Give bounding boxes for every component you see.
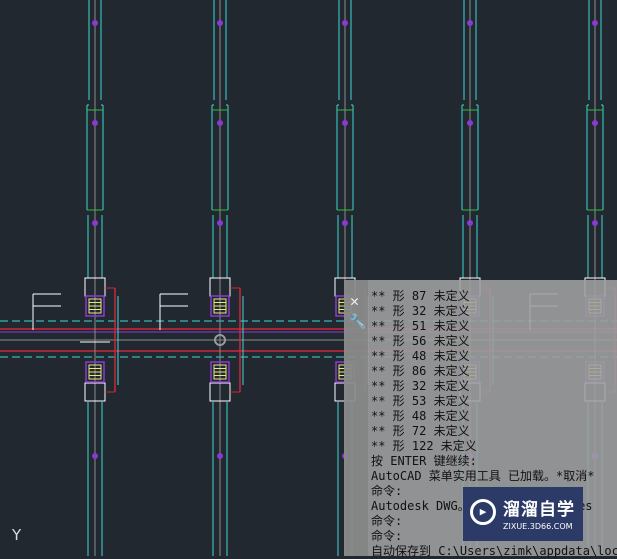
command-line: ** 形 32 未定义 bbox=[371, 379, 470, 393]
command-line: 自动保存到 C:\Users\zimk\appdata\loc bbox=[371, 544, 617, 558]
column-node bbox=[217, 20, 223, 26]
command-line: ** 形 53 未定义 bbox=[371, 394, 470, 408]
command-line: ** 形 122 未定义 bbox=[371, 439, 477, 453]
column-node bbox=[217, 453, 223, 459]
command-line: ** 形 48 未定义 bbox=[371, 349, 470, 363]
play-logo-icon: ▶ bbox=[470, 499, 496, 525]
column-node bbox=[342, 120, 348, 126]
command-line: ** 形 87 未定义 bbox=[371, 289, 470, 303]
command-line: ** 形 72 未定义 bbox=[371, 424, 470, 438]
watermark-title: 溜溜自学 bbox=[503, 500, 575, 520]
command-line: ** 形 32 未定义 bbox=[371, 304, 470, 318]
column-node bbox=[342, 220, 348, 226]
close-icon[interactable]: ✕ bbox=[350, 292, 359, 310]
command-window-handle[interactable]: ✕ 🔧 bbox=[344, 280, 368, 556]
wrench-icon[interactable]: 🔧 bbox=[349, 314, 366, 330]
column-node bbox=[92, 220, 98, 226]
column-node bbox=[467, 20, 473, 26]
command-line: 按 ENTER 键继续: bbox=[371, 454, 477, 468]
column-node bbox=[92, 120, 98, 126]
column-node bbox=[92, 453, 98, 459]
column-node bbox=[592, 20, 598, 26]
command-line: ** 形 48 未定义 bbox=[371, 409, 470, 423]
column-node bbox=[592, 120, 598, 126]
column-node bbox=[217, 220, 223, 226]
ucs-y-label: Y bbox=[12, 526, 22, 544]
column-node bbox=[92, 20, 98, 26]
command-line: ** 形 56 未定义 bbox=[371, 334, 470, 348]
command-line: ** 形 86 未定义 bbox=[371, 364, 470, 378]
command-line: AutoCAD 菜单实用工具 已加载。*取消* bbox=[371, 469, 595, 483]
column-node bbox=[592, 220, 598, 226]
column-node bbox=[217, 120, 223, 126]
command-line: ** 形 51 未定义 bbox=[371, 319, 470, 333]
column-node bbox=[342, 20, 348, 26]
column-node bbox=[467, 120, 473, 126]
watermark-subtitle: ZIXUE.3D66.COM bbox=[503, 522, 573, 531]
watermark: ▶ 溜溜自学 ZIXUE.3D66.COM bbox=[463, 487, 583, 541]
column-node bbox=[467, 220, 473, 226]
